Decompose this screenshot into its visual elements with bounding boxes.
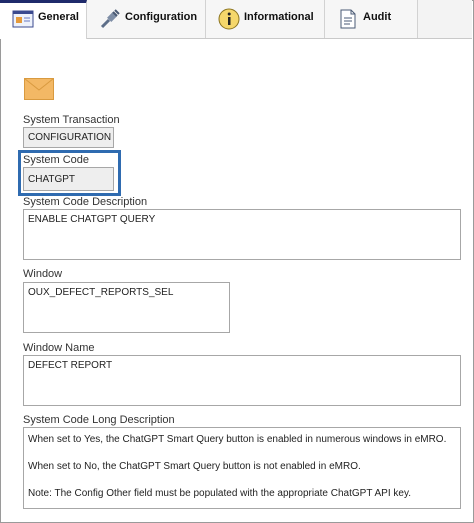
system-code-label: System Code: [23, 154, 90, 166]
system-code-long-description-label: System Code Long Description: [23, 414, 175, 426]
tab-general-label: General: [38, 11, 79, 23]
system-transaction-label: System Transaction: [23, 114, 120, 126]
system-code-description-label: System Code Description: [23, 196, 148, 208]
general-form-icon: [12, 8, 34, 30]
wrench-plug-icon: [99, 8, 121, 30]
long-description-line: When set to Yes, the ChatGPT Smart Query…: [28, 434, 447, 445]
tab-informational-label: Informational: [244, 11, 314, 23]
tab-audit-label: Audit: [363, 11, 392, 23]
window-field[interactable]: OUX_DEFECT_REPORTS_SEL: [23, 282, 230, 333]
window-name-field[interactable]: DEFECT REPORT: [23, 355, 461, 406]
window-label: Window: [23, 268, 63, 280]
tab-bar: General Configuration Informational Audi…: [0, 0, 472, 39]
long-description-line: When set to No, the ChatGPT Smart Query …: [28, 461, 361, 472]
tab-general[interactable]: General: [0, 0, 87, 39]
system-code-long-description-field[interactable]: When set to Yes, the ChatGPT Smart Query…: [23, 427, 461, 509]
window-name-label: Window Name: [23, 342, 95, 354]
long-description-line: Note: The Config Other field must be pop…: [28, 488, 411, 499]
tab-informational[interactable]: Informational: [206, 0, 325, 38]
system-code-description-field[interactable]: ENABLE CHATGPT QUERY: [23, 209, 461, 260]
system-code-field[interactable]: CHATGPT: [23, 167, 114, 191]
tab-configuration[interactable]: Configuration: [87, 0, 206, 38]
tab-audit[interactable]: Audit: [325, 0, 418, 38]
info-icon: [218, 8, 240, 30]
audit-document-icon: [337, 8, 359, 30]
envelope-icon: [24, 78, 54, 100]
system-transaction-field[interactable]: CONFIGURATION: [23, 127, 114, 148]
tab-configuration-label: Configuration: [125, 11, 198, 23]
